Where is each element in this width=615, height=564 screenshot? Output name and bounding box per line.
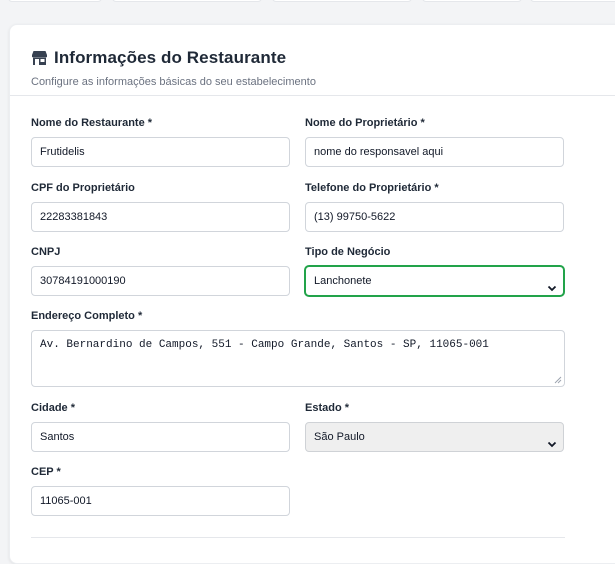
business-type-field: Tipo de Negócio Lanchonete: [305, 246, 564, 296]
cep-label: CEP *: [31, 466, 61, 478]
resize-handle-icon[interactable]: [554, 376, 562, 384]
address-value: Av. Bernardino de Campos, 551 - Campo Gr…: [40, 339, 489, 351]
city-field: Cidade * Santos: [31, 402, 290, 452]
address-field: Endereço Completo * Av. Bernardino de Ca…: [31, 310, 565, 387]
cep-input[interactable]: 11065-001: [31, 486, 290, 516]
address-textarea[interactable]: Av. Bernardino de Campos, 551 - Campo Gr…: [31, 330, 565, 387]
cep-field: CEP * 11065-001: [31, 466, 290, 516]
tab-edge[interactable]: [112, 0, 262, 2]
restaurant-info-card: Informações do Restaurante Configure as …: [9, 24, 615, 564]
restaurant-name-label: Nome do Restaurante *: [31, 117, 153, 129]
cnpj-label: CNPJ: [31, 246, 61, 258]
city-label: Cidade *: [31, 402, 76, 414]
owner-phone-label: Telefone do Proprietário *: [305, 182, 439, 194]
chevron-down-icon: [547, 432, 557, 448]
state-value: São Paulo: [314, 431, 365, 443]
top-tabs-strip: [0, 0, 615, 10]
owner-name-input[interactable]: nome do responsavel aqui: [305, 137, 564, 167]
state-field: Estado * São Paulo: [305, 402, 564, 452]
cnpj-input[interactable]: 30784191000190: [31, 266, 290, 296]
section-title: Informações do Restaurante: [54, 48, 287, 67]
tab-edge[interactable]: [530, 0, 615, 2]
owner-phone-input[interactable]: (13) 99750-5622: [305, 202, 564, 232]
cnpj-field: CNPJ 30784191000190: [31, 246, 290, 296]
business-type-label: Tipo de Negócio: [305, 246, 391, 258]
state-select[interactable]: São Paulo: [305, 422, 564, 452]
restaurant-name-input[interactable]: Frutidelis: [31, 137, 290, 167]
footer-divider: [31, 537, 565, 538]
address-label: Endereço Completo *: [31, 310, 143, 322]
restaurant-name-field: Nome do Restaurante * Frutidelis: [31, 117, 290, 167]
tab-edge[interactable]: [8, 0, 102, 2]
business-type-value: Lanchonete: [314, 275, 372, 287]
owner-name-field: Nome do Proprietário * nome do responsav…: [305, 117, 564, 167]
owner-name-label: Nome do Proprietário *: [305, 117, 425, 129]
state-label: Estado *: [305, 402, 350, 414]
store-icon: [31, 50, 48, 66]
owner-cpf-input[interactable]: 22283381843: [31, 202, 290, 232]
section-header: Informações do Restaurante Configure as …: [31, 47, 615, 88]
tab-edge[interactable]: [422, 0, 522, 2]
owner-cpf-label: CPF do Proprietário: [31, 182, 135, 194]
header-divider: [10, 95, 615, 96]
owner-cpf-field: CPF do Proprietário 22283381843: [31, 182, 290, 232]
business-type-select[interactable]: Lanchonete: [305, 266, 564, 296]
tab-edge[interactable]: [272, 0, 412, 2]
city-input[interactable]: Santos: [31, 422, 290, 452]
section-subtitle: Configure as informações básicas do seu …: [31, 76, 316, 88]
chevron-down-icon: [547, 276, 557, 292]
owner-phone-field: Telefone do Proprietário * (13) 99750-56…: [305, 182, 564, 232]
